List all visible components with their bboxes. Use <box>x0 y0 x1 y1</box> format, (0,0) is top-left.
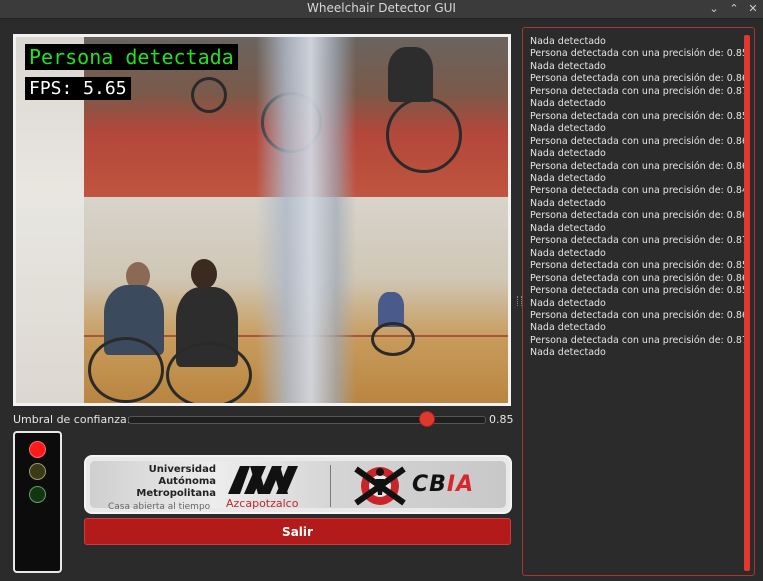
wheelchair-wheel <box>371 322 415 356</box>
log-entry: Nada detectado <box>530 197 606 209</box>
uam-logo <box>228 466 298 494</box>
log-entry: Persona detectada con una precisión de: … <box>530 235 748 247</box>
log-entry: Persona detectada con una precisión de: … <box>530 85 748 97</box>
log-scrollbar[interactable] <box>744 35 750 571</box>
wheelchair-wheel <box>191 77 227 113</box>
cbia-text-ia: IA <box>446 472 475 497</box>
log-entry: Nada detectado <box>530 347 606 359</box>
log-entry: Persona detectada con una precisión de: … <box>530 110 748 122</box>
cbia-logo-text: CBIA <box>412 472 474 497</box>
wheelchair-wheel <box>386 97 462 173</box>
log-entry: Persona detectada con una precisión de: … <box>530 73 748 85</box>
logos-background: Universidad Autónoma Metropolitana Azcap… <box>90 461 506 512</box>
log-entry: Persona detectada con una precisión de: … <box>530 285 748 297</box>
log-entry: Persona detectada con una precisión de: … <box>530 210 748 222</box>
exit-button[interactable]: Salir <box>84 518 511 545</box>
window-title: Wheelchair Detector GUI <box>307 1 456 15</box>
threshold-label: Umbral de confianza: <box>13 413 131 426</box>
log-entry: Nada detectado <box>530 36 606 47</box>
log-entry: Nada detectado <box>530 98 606 110</box>
log-entry: Nada detectado <box>530 172 606 184</box>
title-bar: Wheelchair Detector GUI ⌄ ⌃ ✕ <box>0 0 763 19</box>
close-icon[interactable]: ✕ <box>744 1 762 17</box>
cbia-logo-icon <box>354 466 406 506</box>
log-entry: Persona detectada con una precisión de: … <box>530 334 748 346</box>
traffic-light-green <box>29 486 46 503</box>
log-entry: Persona detectada con una precisión de: … <box>530 309 748 321</box>
uam-motto: Casa abierta al tiempo <box>108 502 211 512</box>
traffic-light-yellow <box>29 463 46 480</box>
log-entry: Persona detectada con una precisión de: … <box>530 185 748 197</box>
camera-feed: Persona detectada FPS: 5.65 <box>16 37 508 403</box>
log-entry: Nada detectado <box>530 222 606 234</box>
detection-overlay: Persona detectada <box>25 44 238 70</box>
minimize-icon[interactable]: ⌄ <box>705 1 723 17</box>
uam-name-line: Universidad <box>148 464 216 475</box>
video-frame: Persona detectada FPS: 5.65 <box>13 34 511 406</box>
log-entry: Nada detectado <box>530 247 606 259</box>
fps-overlay: FPS: 5.65 <box>25 77 131 100</box>
log-entry: Nada detectado <box>530 148 606 160</box>
threshold-slider-handle[interactable] <box>418 411 435 427</box>
player-figure <box>388 47 433 102</box>
wheelchair-wheel <box>166 342 252 403</box>
log-entry: Nada detectado <box>530 123 606 135</box>
log-entry: Persona detectada con una precisión de: … <box>530 260 748 272</box>
camera-scene-wall-bottom <box>16 197 84 403</box>
threshold-value: 0.85 <box>489 413 514 426</box>
pole-obstruction <box>256 37 356 403</box>
traffic-light <box>13 431 62 573</box>
log-entry: Nada detectado <box>530 60 606 72</box>
log-entry: Persona detectada con una precisión de: … <box>530 135 748 147</box>
log-entry: Nada detectado <box>530 322 606 334</box>
log-entry: Persona detectada con una precisión de: … <box>530 48 748 60</box>
detection-log: Nada detectado Persona detectada con una … <box>530 36 748 360</box>
logos-panel: Universidad Autónoma Metropolitana Azcap… <box>84 455 512 514</box>
traffic-light-red <box>29 441 46 458</box>
cbia-text-cb: CB <box>412 472 447 497</box>
logo-divider <box>330 465 331 507</box>
uam-name-line: Metropolitana <box>136 488 216 499</box>
player-head <box>191 259 217 289</box>
wheelchair-wheel <box>88 337 164 403</box>
uam-name: Universidad Autónoma Metropolitana <box>136 464 216 500</box>
detection-log-panel[interactable]: Nada detectado Persona detectada con una … <box>522 27 755 576</box>
log-entry: Persona detectada con una precisión de: … <box>530 160 748 172</box>
maximize-icon[interactable]: ⌃ <box>725 1 743 17</box>
log-entry: Persona detectada con una precisión de: … <box>530 272 748 284</box>
uam-campus: Azcapotzalco <box>226 497 299 510</box>
uam-name-line: Autónoma <box>158 476 216 487</box>
log-entry: Nada detectado <box>530 297 606 309</box>
